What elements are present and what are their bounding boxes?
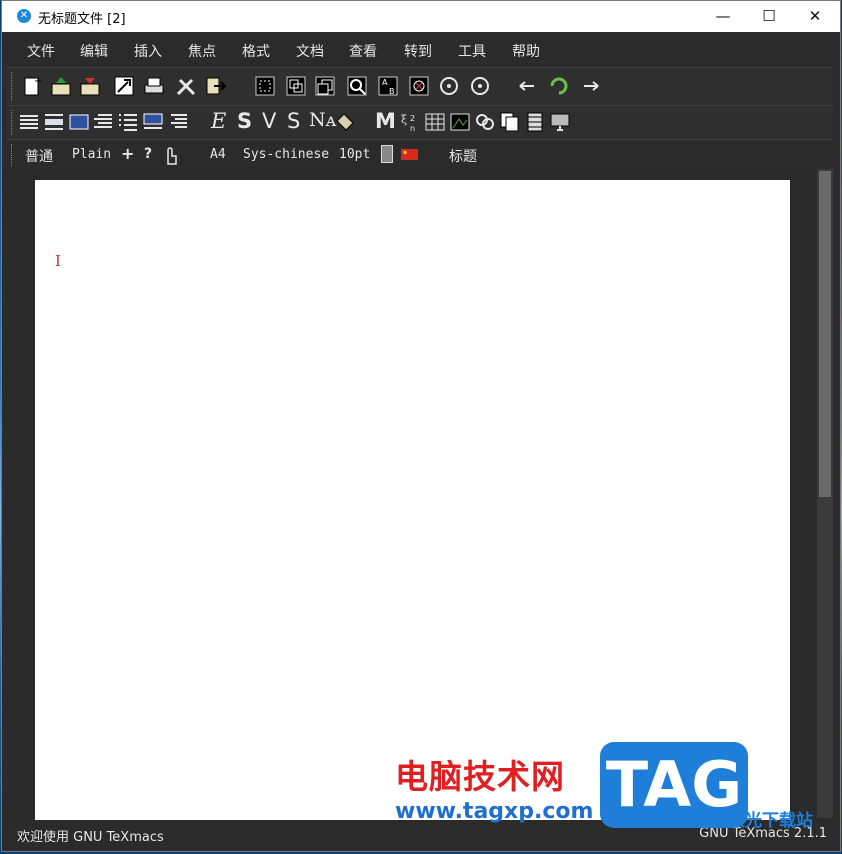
toolbar-grip — [11, 72, 14, 101]
text-cursor: I — [55, 252, 61, 270]
menu-insert[interactable]: 插入 — [134, 41, 162, 61]
search-icon[interactable] — [346, 75, 368, 97]
watermark-tag-logo: TAG — [600, 742, 748, 828]
insert-page-icon[interactable] — [499, 111, 521, 133]
format-toolbar: 普通 Plain + ? A4 Sys-chinese 10pt 标题 — [7, 139, 833, 170]
style-selector[interactable]: 普通 — [25, 146, 53, 166]
font-selector[interactable]: Plain — [72, 147, 111, 162]
menu-focus[interactable]: 焦点 — [188, 41, 216, 61]
go-forward-hand-icon[interactable] — [579, 75, 601, 97]
help-question-icon[interactable]: ? — [144, 146, 152, 162]
formula-icon[interactable]: ξ2n — [400, 111, 422, 133]
tag-label-icon[interactable] — [334, 111, 356, 133]
paper-size-selector[interactable]: A4 — [210, 147, 226, 162]
save-icon[interactable] — [79, 75, 101, 97]
china-flag-icon[interactable] — [401, 149, 418, 160]
pointer-hand-icon[interactable] — [160, 144, 182, 166]
vertical-scrollbar[interactable] — [817, 169, 833, 818]
menu-help[interactable]: 帮助 — [512, 41, 540, 61]
verbatim-icon[interactable]: V — [262, 109, 276, 133]
maximize-button[interactable]: ☐ — [746, 1, 792, 32]
svg-text:A: A — [382, 78, 388, 87]
link-icon[interactable] — [474, 111, 496, 133]
cut-icon[interactable] — [254, 75, 276, 97]
close-document-icon[interactable] — [205, 75, 227, 97]
svg-text:+: + — [34, 76, 42, 87]
svg-text:n: n — [410, 124, 415, 133]
mode-toolbar: E S V S Nᴀ M ξ2n — [7, 105, 833, 139]
list-mode-icon[interactable] — [92, 111, 114, 133]
toolbar-grip — [11, 144, 14, 166]
paste-icon[interactable] — [314, 75, 336, 97]
status-message: 欢迎使用 GNU TeXmacs — [17, 830, 164, 845]
new-document-icon[interactable]: + — [21, 75, 43, 97]
preferences-tools-icon[interactable] — [175, 75, 197, 97]
refresh-icon[interactable] — [548, 75, 570, 97]
section-heading-selector[interactable]: 标题 — [449, 146, 477, 166]
window-title: 无标题文件 [2] — [38, 12, 126, 27]
title-bar: ✕ 无标题文件 [2] — ☐ ✕ — [2, 1, 840, 32]
language-selector[interactable]: Sys-chinese — [243, 147, 329, 162]
svg-text:2: 2 — [410, 114, 415, 123]
code-mode-icon[interactable] — [167, 111, 189, 133]
document-page[interactable]: I — [35, 180, 790, 820]
strong-icon[interactable]: S — [237, 109, 252, 133]
menu-go[interactable]: 转到 — [404, 41, 432, 61]
main-toolbar: + AB — [7, 67, 833, 105]
add-package-icon[interactable]: + — [121, 144, 134, 163]
section-mode-icon[interactable] — [68, 111, 90, 133]
menu-bar: 文件 编辑 插入 焦点 格式 文档 查看 转到 工具 帮助 — [7, 35, 833, 65]
redo-icon[interactable] — [469, 75, 491, 97]
table-icon[interactable] — [424, 111, 446, 133]
menu-document[interactable]: 文档 — [296, 41, 324, 61]
enumerate-mode-icon[interactable] — [117, 111, 139, 133]
sample-icon[interactable]: S — [287, 109, 300, 133]
watermark-cn-text: 电脑技术网 — [395, 757, 565, 796]
editor-canvas: I — [7, 169, 817, 820]
text-mode-icon[interactable] — [18, 111, 40, 133]
spell-check-icon[interactable] — [408, 75, 430, 97]
export-icon[interactable] — [113, 75, 135, 97]
watermark-url: www.tagxp.com — [395, 799, 594, 824]
font-size-selector[interactable]: 10pt — [339, 147, 370, 162]
menu-view[interactable]: 查看 — [349, 41, 377, 61]
emphasize-icon[interactable]: E — [211, 109, 226, 133]
menu-format[interactable]: 格式 — [242, 41, 270, 61]
page-color-icon[interactable] — [381, 145, 393, 163]
header-mode-icon[interactable] — [43, 111, 65, 133]
menu-file[interactable]: 文件 — [27, 41, 55, 61]
name-icon[interactable]: Nᴀ — [309, 109, 336, 131]
go-back-hand-icon[interactable] — [517, 75, 539, 97]
image-icon[interactable] — [449, 111, 471, 133]
watermark-site-name: 极光下载站 — [728, 811, 813, 831]
close-button[interactable]: ✕ — [792, 1, 838, 32]
open-folder-icon[interactable] — [50, 75, 72, 97]
math-mode-icon[interactable]: M — [375, 109, 396, 133]
animation-icon[interactable] — [524, 111, 546, 133]
copy-icon[interactable] — [285, 75, 307, 97]
texmacs-app-icon: ✕ — [17, 9, 31, 23]
toolbar-grip — [11, 110, 14, 135]
minimize-button[interactable]: — — [700, 1, 746, 32]
svg-text:B: B — [389, 87, 395, 96]
replace-icon[interactable]: AB — [377, 75, 399, 97]
menu-edit[interactable]: 编辑 — [80, 41, 108, 61]
print-icon[interactable] — [143, 75, 165, 97]
undo-icon[interactable] — [438, 75, 460, 97]
menu-tools[interactable]: 工具 — [458, 41, 486, 61]
svg-text:ξ: ξ — [401, 113, 407, 126]
presentation-screen-icon[interactable] — [549, 111, 571, 133]
description-mode-icon[interactable] — [142, 111, 164, 133]
scrollbar-thumb[interactable] — [819, 171, 831, 497]
